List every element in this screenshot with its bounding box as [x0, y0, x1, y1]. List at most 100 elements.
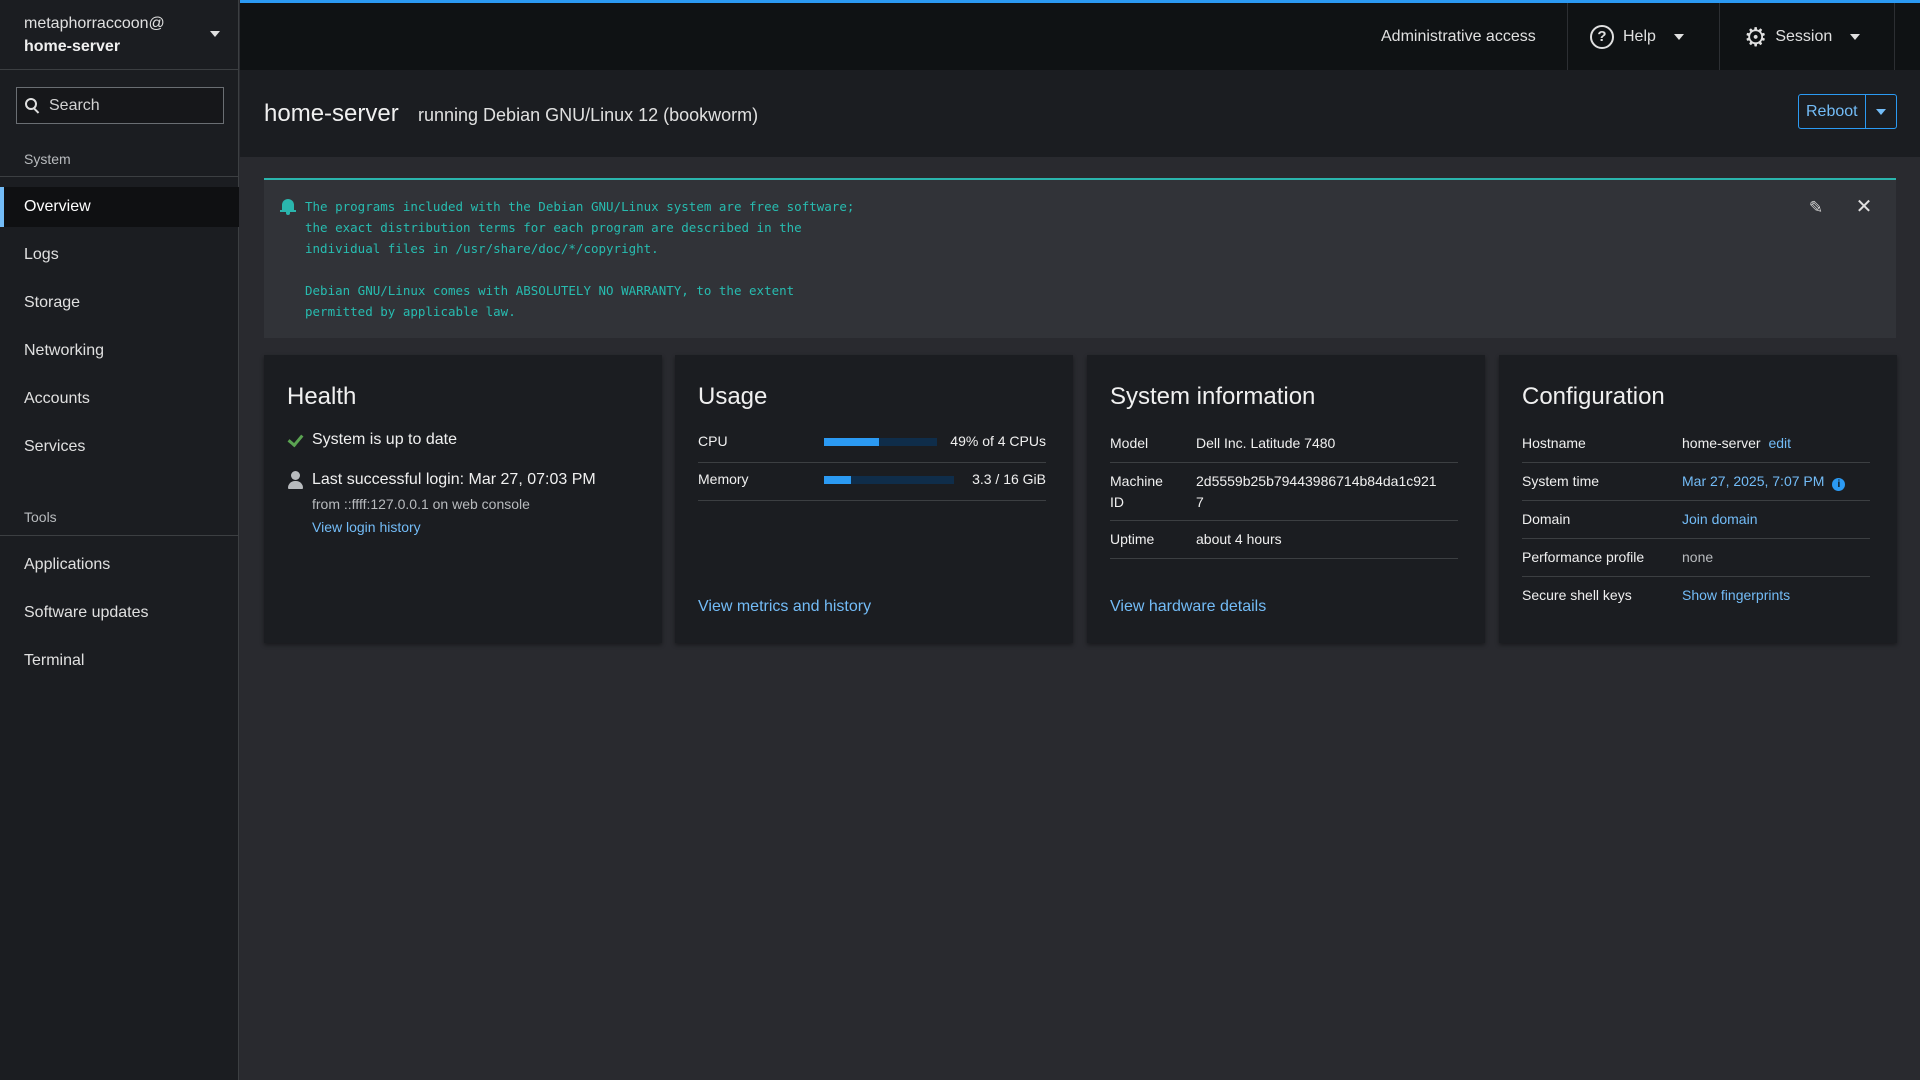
system-time-label: System time — [1522, 473, 1600, 489]
sidebar-item-networking[interactable]: Networking — [0, 331, 239, 371]
cpu-usage-row: CPU 49% of 4 CPUs — [698, 425, 1046, 463]
topbar-divider — [1567, 3, 1568, 70]
memory-value: 3.3 / 16 GiB — [972, 471, 1046, 487]
memory-progress-fill — [824, 476, 851, 484]
search-input[interactable] — [49, 96, 209, 115]
ssh-keys-row: Secure shell keys Show fingerprints — [1522, 577, 1870, 615]
nav-group-system: System — [24, 151, 71, 167]
administrative-access-button[interactable]: Administrative access — [1381, 3, 1536, 70]
motd-message: The programs included with the Debian GN… — [305, 199, 855, 319]
topbar-divider — [1719, 3, 1720, 70]
sidebar-item-overview[interactable]: Overview — [0, 187, 239, 227]
join-domain-link[interactable]: Join domain — [1682, 509, 1758, 530]
uptime-row: Uptime about 4 hours — [1110, 521, 1458, 559]
sidebar-item-terminal[interactable]: Terminal — [0, 641, 239, 681]
update-status: System is up to date — [287, 431, 457, 449]
system-time-group: Mar 27, 2025, 7:07 PM i — [1682, 471, 1846, 492]
topbar: Administrative access ? Help ⚙ Session — [240, 0, 1920, 70]
search-icon — [25, 97, 41, 114]
update-status-text: System is up to date — [312, 431, 457, 448]
cpu-value: 49% of 4 CPUs — [950, 433, 1046, 449]
cpu-progress-fill — [824, 438, 880, 446]
machine-id-value-line2: 7 — [1196, 494, 1204, 510]
motd-alert: The programs included with the Debian GN… — [264, 178, 1896, 338]
chevron-down-icon — [1875, 108, 1886, 115]
sidebar-item-accounts[interactable]: Accounts — [0, 379, 239, 419]
ssh-keys-label: Secure shell keys — [1522, 587, 1632, 603]
administrative-access-label: Administrative access — [1381, 27, 1536, 45]
reboot-button[interactable]: Reboot — [1799, 95, 1865, 128]
host-name: home-server — [24, 38, 121, 55]
model-label: Model — [1110, 435, 1149, 451]
help-label: Help — [1623, 27, 1656, 45]
reboot-options-toggle[interactable] — [1864, 95, 1896, 128]
memory-usage-row: Memory 3.3 / 16 GiB — [698, 463, 1046, 501]
edit-hostname-link[interactable]: edit — [1768, 435, 1791, 451]
nav-divider — [0, 176, 239, 177]
cpu-progress-bar — [824, 438, 937, 446]
machine-id-value-line1: 2d5559b25b79443986714b84da1c921 — [1196, 473, 1437, 489]
page-header: home-server running Debian GNU/Linux 12 … — [240, 70, 1920, 157]
chevron-down-icon — [210, 31, 220, 37]
usage-card: Usage CPU 49% of 4 CPUs Memory 3.3 / 16 … — [675, 355, 1073, 643]
hostname-value-group: home-server edit — [1682, 433, 1791, 454]
view-login-history-link[interactable]: View login history — [312, 519, 421, 535]
memory-progress-bar — [824, 476, 954, 484]
model-row: Model Dell Inc. Latitude 7480 — [1110, 425, 1458, 463]
session-label: Session — [1775, 27, 1833, 45]
machine-id-label-line1: Machine — [1110, 473, 1163, 489]
nav-group-tools: Tools — [24, 509, 57, 525]
info-icon[interactable]: i — [1832, 478, 1846, 491]
sidebar: metaphorraccoon@ home-server System Over… — [0, 0, 239, 1080]
host-switcher[interactable]: metaphorraccoon@ home-server — [0, 0, 238, 70]
cpu-label: CPU — [698, 433, 728, 449]
host-user: metaphorraccoon@ — [24, 15, 165, 32]
performance-profile-value[interactable]: none — [1682, 547, 1713, 568]
show-fingerprints-link[interactable]: Show fingerprints — [1682, 585, 1790, 606]
os-subtitle: running Debian GNU/Linux 12 (bookworm) — [418, 105, 759, 125]
sidebar-item-logs[interactable]: Logs — [0, 235, 239, 275]
machine-id-label-line2: ID — [1110, 494, 1124, 510]
system-time-row: System time Mar 27, 2025, 7:07 PM i — [1522, 463, 1870, 501]
usage-title: Usage — [698, 383, 768, 410]
nav-divider — [0, 535, 239, 536]
domain-label: Domain — [1522, 511, 1571, 527]
hostname-label: Hostname — [1522, 435, 1586, 451]
user-icon — [287, 471, 304, 489]
session-menu-button[interactable]: ⚙ Session — [1744, 3, 1861, 70]
hostname-value: home-server — [1682, 435, 1761, 451]
topbar-divider — [1894, 3, 1895, 70]
system-time-link[interactable]: Mar 27, 2025, 7:07 PM — [1682, 473, 1824, 489]
sidebar-item-services[interactable]: Services — [0, 427, 239, 467]
check-icon — [287, 432, 304, 448]
login-source: from ::ffff:127.0.0.1 on web console — [312, 496, 530, 512]
chevron-down-icon — [1850, 33, 1861, 40]
close-icon[interactable]: ✕ — [1854, 196, 1874, 218]
system-information-card: System information Model Dell Inc. Latit… — [1087, 355, 1485, 643]
memory-label: Memory — [698, 471, 749, 487]
machine-id-row: Machine ID 2d5559b25b79443986714b84da1c9… — [1110, 463, 1458, 521]
search-box[interactable] — [16, 87, 224, 124]
help-menu-button[interactable]: ? Help — [1590, 3, 1684, 70]
machine-id-label: Machine ID — [1110, 471, 1163, 513]
page-title: home-server — [264, 100, 399, 127]
edit-motd-icon[interactable]: ✎ — [1806, 198, 1826, 218]
view-hardware-details-link[interactable]: View hardware details — [1110, 598, 1266, 616]
last-login-text: Last successful login: Mar 27, 07:03 PM — [312, 471, 596, 488]
machine-id-value: 2d5559b25b79443986714b84da1c921 7 — [1196, 471, 1437, 513]
view-metrics-link[interactable]: View metrics and history — [698, 598, 871, 616]
configuration-card: Configuration Hostname home-server edit … — [1499, 355, 1897, 643]
chevron-down-icon — [1673, 33, 1684, 40]
sidebar-item-storage[interactable]: Storage — [0, 283, 239, 323]
help-icon: ? — [1590, 24, 1614, 49]
gear-icon: ⚙ — [1744, 21, 1768, 52]
reboot-split-button: Reboot — [1798, 94, 1897, 129]
hostname-row: Hostname home-server edit — [1522, 425, 1870, 463]
sidebar-item-software-updates[interactable]: Software updates — [0, 593, 239, 633]
configuration-title: Configuration — [1522, 383, 1665, 410]
sidebar-item-applications[interactable]: Applications — [0, 545, 239, 585]
uptime-value: about 4 hours — [1196, 531, 1282, 547]
uptime-label: Uptime — [1110, 531, 1155, 547]
performance-profile-label: Performance profile — [1522, 549, 1645, 565]
health-card: Health System is up to date Last success… — [264, 355, 662, 643]
